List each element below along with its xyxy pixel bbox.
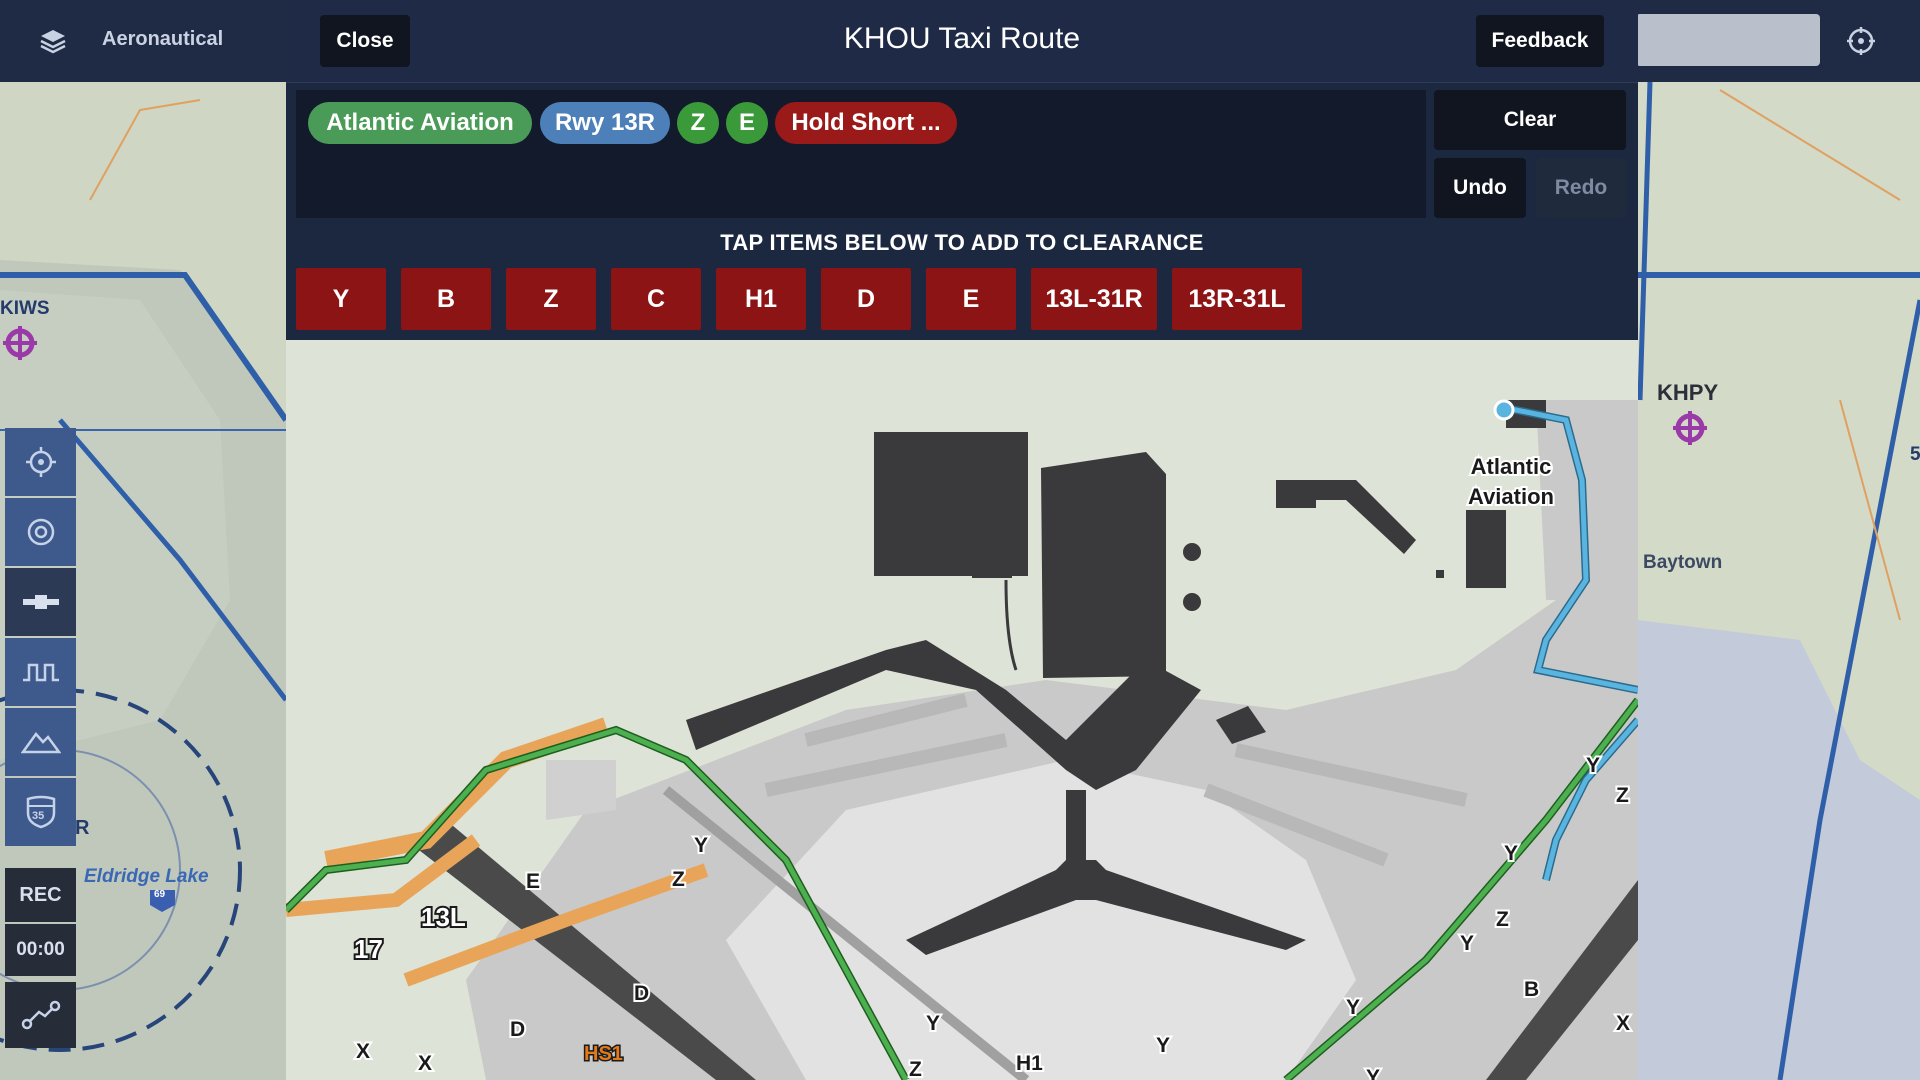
compass-icon [27,518,54,546]
concourse-building [1041,452,1166,678]
taxiway-label: Z [1496,908,1509,931]
taxiway-label: Z [672,868,685,891]
option-runway-13r-31l[interactable]: 13R-31L [1172,268,1302,330]
option-taxiway-h1[interactable]: H1 [716,268,806,330]
taxiway-label: D [634,982,649,1005]
map-r-label: R [75,817,90,839]
baytown-label: Baytown [1643,552,1723,573]
clearance-field[interactable]: Atlantic Aviation Rwy 13R Z E Hold Short… [296,90,1426,218]
taxiway-label: B [1524,978,1539,1001]
option-taxiway-b[interactable]: B [401,268,491,330]
runway-icon [22,595,59,609]
profile-button[interactable] [5,638,76,706]
runway-label-17: 17 [354,934,383,964]
kiws-label: KIWS [0,298,50,319]
taxiway-label: Y [926,1012,940,1035]
taxiway-label: H1 [1016,1052,1043,1075]
gps-button[interactable] [1836,18,1886,64]
taxiway-label: Y [694,834,708,857]
modal-title: KHOU Taxi Route [843,22,1081,55]
fbo-hangar [1466,510,1506,588]
chip-hold-short[interactable]: Hold Short ... [775,102,957,144]
option-taxiway-c[interactable]: C [611,268,701,330]
option-runway-13l-31r[interactable]: 13L-31R [1031,268,1157,330]
taxi-tool-button[interactable] [5,568,76,636]
track-up-button[interactable] [5,498,76,566]
taxiway-label: Z [909,1058,922,1080]
taxiway-label: X [418,1052,432,1075]
fbo-label-line1: Atlantic [1471,454,1552,479]
record-label: REC [19,883,62,906]
chip-taxiway-z[interactable]: Z [677,102,719,144]
left-toolbar: 35 REC 00:00 [5,428,76,1080]
taxiway-label: Y [1346,996,1360,1019]
taxiway-label: Y [1460,932,1474,955]
taxi-route-modal: Close KHOU Taxi Route Feedback Atlantic … [286,0,1638,1080]
taxiway-label: Y [1586,754,1600,777]
hotspot-label: HS1 [584,1043,623,1065]
profile-view-icon [22,663,59,682]
record-timer: 00:00 [5,924,76,976]
feedback-button[interactable]: Feedback [1476,15,1604,67]
option-taxiway-z[interactable]: Z [506,268,596,330]
map-layer-label[interactable]: Aeronautical [102,28,223,51]
eldridge-lake-label: Eldridge Lake [84,866,209,887]
route-button[interactable] [5,982,76,1048]
tap-instruction: TAP ITEMS BELOW TO ADD TO CLEARANCE [720,230,1204,255]
crosshair-icon [1847,27,1875,55]
taxiway-label: D [510,1018,525,1041]
map-five-label: 5 [1910,444,1920,465]
taxiway-label: Z [1616,784,1629,807]
taxiway-label: Y [1156,1034,1170,1057]
option-taxiway-d[interactable]: D [821,268,911,330]
taxiway-label: Y [1366,1066,1380,1080]
taxiway-label: Y [1504,842,1518,865]
mountain-icon [20,731,61,754]
route-start-marker [1493,399,1515,421]
layers-button[interactable] [28,18,78,64]
taxiway-label: E [526,870,540,893]
target-icon [25,447,56,477]
shield-number-label: 35 [32,810,45,822]
highway-shield-number: 69 [154,889,166,900]
highway-layer-button[interactable]: 35 [5,778,76,846]
chip-start-location[interactable]: Atlantic Aviation [308,102,532,144]
option-taxiway-y[interactable]: Y [296,268,386,330]
terminal-building [874,432,1028,576]
recenter-button[interactable] [5,428,76,496]
runway-label-13l: 13L [421,902,466,932]
taxiway-label: X [356,1040,370,1063]
layers-icon [40,30,66,54]
chip-runway[interactable]: Rwy 13R [540,102,670,144]
redo-button[interactable]: Redo [1536,158,1626,218]
timer-value: 00:00 [16,939,65,960]
fbo-label-line2: Aviation [1468,484,1554,509]
route-icon [21,1000,60,1030]
clear-button[interactable]: Clear [1434,90,1626,150]
record-button[interactable]: REC [5,868,76,922]
airport-diagram[interactable]: 13L 17 Y Z E D D X X Y Y H1 Z Y Y Y Z B … [286,340,1638,1080]
undo-button[interactable]: Undo [1434,158,1526,218]
option-taxiway-e[interactable]: E [926,268,1016,330]
taxiway-label: X [1616,1012,1630,1035]
terrain-button[interactable] [5,708,76,776]
chip-taxiway-e[interactable]: E [726,102,768,144]
khpy-label: KHPY [1657,380,1719,405]
search-input[interactable] [1636,14,1820,66]
